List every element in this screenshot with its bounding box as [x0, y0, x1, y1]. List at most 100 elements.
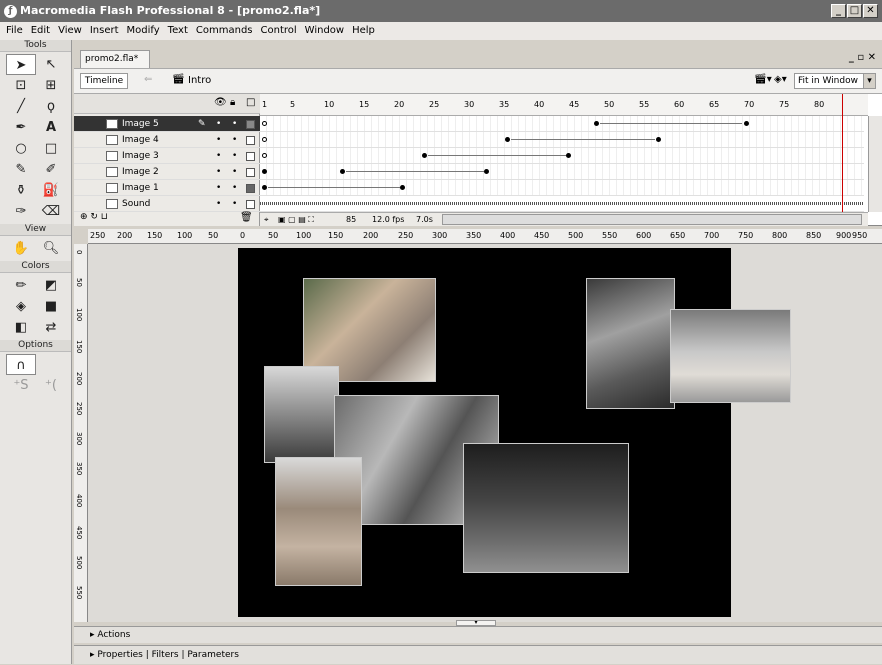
- line-tool-icon[interactable]: ╱: [6, 96, 36, 117]
- maximize-button[interactable]: □: [847, 4, 862, 18]
- smooth-icon[interactable]: ⁺S: [6, 375, 36, 396]
- selection-tool-icon[interactable]: ➤: [6, 54, 36, 75]
- frame-row[interactable]: [260, 116, 864, 132]
- fill-swatch-icon[interactable]: ■: [36, 296, 66, 317]
- onion-skin-icon[interactable]: ▣ ▢ ▤ ⛶: [278, 213, 314, 226]
- rectangle-tool-icon[interactable]: □: [36, 138, 66, 159]
- scene-name[interactable]: Intro: [188, 75, 211, 86]
- actions-panel-header[interactable]: ▸ Actions: [74, 626, 882, 643]
- playhead[interactable]: [842, 94, 843, 212]
- default-colors-icon[interactable]: ◧: [6, 317, 36, 338]
- edit-scene-icon[interactable]: 🎬︎▾: [754, 74, 772, 85]
- brush-tool-icon[interactable]: ✐: [36, 159, 66, 180]
- zoom-tool-icon[interactable]: 🔍︎: [36, 238, 66, 259]
- menu-window[interactable]: Window: [305, 25, 344, 36]
- free-transform-icon[interactable]: ⊡: [6, 75, 36, 96]
- menu-help[interactable]: Help: [352, 25, 375, 36]
- vintage-car-photo[interactable]: [586, 278, 675, 409]
- menu-bar: File Edit View Insert Modify Text Commands Cont…: [0, 22, 882, 40]
- layer-row[interactable]: Image 4 • •: [74, 132, 260, 148]
- frame-row[interactable]: [260, 180, 864, 196]
- outline-icon[interactable]: □: [246, 97, 255, 108]
- back-arrow-icon[interactable]: ⇐: [144, 74, 152, 85]
- timeline-toggle-button[interactable]: Timeline: [80, 73, 128, 89]
- fill-color-icon[interactable]: ◈: [6, 296, 36, 317]
- layer-row[interactable]: Image 2 • •: [74, 164, 260, 180]
- layer-row[interactable]: Sound • •: [74, 196, 260, 212]
- current-frame: 85: [346, 215, 357, 224]
- layer-icon: [106, 183, 118, 193]
- timeline-hscrollbar[interactable]: [442, 214, 862, 225]
- sound-waveform-row[interactable]: [260, 196, 864, 212]
- layer-icon: [106, 119, 118, 129]
- layer-icon: [106, 151, 118, 161]
- menu-text[interactable]: Text: [168, 25, 188, 36]
- flash-logo-icon: ƒ: [4, 4, 17, 18]
- edit-symbol-icon[interactable]: ◈▾: [774, 74, 787, 85]
- parameters-tab[interactable]: Parameters: [187, 650, 239, 660]
- pencil-icon: ✎: [198, 119, 206, 129]
- layer-row[interactable]: Image 3 • •: [74, 148, 260, 164]
- center-frame-icon[interactable]: ⌖: [264, 213, 269, 226]
- stroke-color-icon[interactable]: ✏: [6, 275, 36, 296]
- night-street-photo[interactable]: [463, 443, 629, 573]
- pen-tool-icon[interactable]: ✒: [6, 117, 36, 138]
- frame-row[interactable]: [260, 148, 864, 164]
- eyedropper-icon[interactable]: ✑: [6, 201, 36, 222]
- menu-commands[interactable]: Commands: [196, 25, 253, 36]
- tools-header: Tools: [0, 40, 71, 52]
- menu-control[interactable]: Control: [261, 25, 297, 36]
- layer-icon: [106, 167, 118, 177]
- oval-tool-icon[interactable]: ○: [6, 138, 36, 159]
- title-bar: ƒ Macromedia Flash Professional 8 - [prom…: [0, 0, 882, 22]
- view-header: View: [0, 224, 71, 236]
- frame-row[interactable]: [260, 132, 864, 148]
- pencil-tool-icon[interactable]: ✎: [6, 159, 36, 180]
- colors-header: Colors: [0, 261, 71, 273]
- eye-icon[interactable]: 👁︎: [214, 97, 227, 108]
- zoom-select[interactable]: Fit in Window ▾: [794, 73, 876, 89]
- straighten-icon[interactable]: ⁺(: [36, 375, 66, 396]
- add-layer-icon[interactable]: ⊕ ↻ ⊔: [80, 212, 108, 222]
- woman-portrait-photo[interactable]: [275, 457, 362, 586]
- swap-colors-icon[interactable]: ⇄: [36, 317, 66, 338]
- eraser-icon[interactable]: ⌫: [36, 201, 66, 222]
- snap-magnet-icon[interactable]: ∩: [6, 354, 36, 375]
- document-window-controls[interactable]: _ ▫ ✕: [849, 52, 876, 63]
- frame-row[interactable]: [260, 164, 864, 180]
- close-button[interactable]: ✕: [863, 4, 878, 18]
- menu-view[interactable]: View: [58, 25, 82, 36]
- menu-file[interactable]: File: [6, 25, 23, 36]
- text-tool-icon[interactable]: A: [36, 117, 66, 138]
- lock-icon[interactable]: 🔒︎: [230, 97, 235, 108]
- layer-pane: 👁︎ 🔒︎ □ Image 5 ✎ • • Image 4 • • Image 3 •…: [74, 94, 260, 226]
- minimize-button[interactable]: _: [831, 4, 846, 18]
- subselection-tool-icon[interactable]: ↖: [36, 54, 66, 75]
- hand-tool-icon[interactable]: ✋: [6, 238, 36, 259]
- properties-panel-header[interactable]: ▸ Properties | Filters | Parameters: [74, 645, 882, 664]
- stroke-swatch-icon[interactable]: ◩: [36, 275, 66, 296]
- filters-tab[interactable]: Filters: [152, 650, 179, 660]
- layer-row[interactable]: Image 1 • •: [74, 180, 260, 196]
- driftwood-photo[interactable]: [670, 309, 791, 403]
- layer-row[interactable]: Image 5 ✎ • •: [74, 116, 260, 132]
- menu-edit[interactable]: Edit: [31, 25, 50, 36]
- trash-icon[interactable]: 🗑︎: [240, 212, 253, 223]
- ink-bottle-icon[interactable]: ⚱: [6, 180, 36, 201]
- document-tab[interactable]: promo2.fla*: [80, 50, 150, 68]
- timeline-vscrollbar[interactable]: [868, 116, 882, 212]
- menu-insert[interactable]: Insert: [90, 25, 119, 36]
- paint-bucket-icon[interactable]: ⛽: [36, 180, 66, 201]
- frame-rate: 12.0 fps: [372, 215, 405, 224]
- vertical-ruler: 0 50 100 150 200 250 300 350 400 450 500…: [74, 244, 88, 622]
- stage[interactable]: [238, 248, 791, 617]
- properties-tab[interactable]: Properties: [97, 650, 142, 660]
- menu-modify[interactable]: Modify: [127, 25, 160, 36]
- gradient-transform-icon[interactable]: ⊞: [36, 75, 66, 96]
- elapsed-time: 7.0s: [416, 215, 433, 224]
- frame-pane[interactable]: 1 5 10 15 20 25 30 35 40 45 50 55 60 65 …: [260, 94, 868, 226]
- layer-icon: [106, 199, 118, 209]
- city-street-photo[interactable]: [264, 366, 339, 463]
- scene-icon: 🎬︎: [172, 74, 185, 85]
- lasso-tool-icon[interactable]: ϙ: [36, 96, 66, 117]
